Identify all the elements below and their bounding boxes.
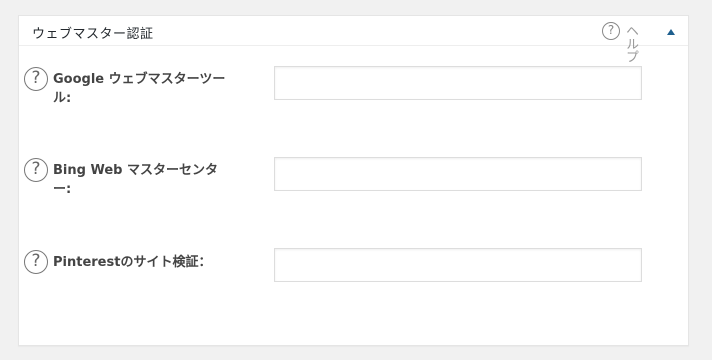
- pinterest-help-icon[interactable]: ?: [24, 250, 48, 274]
- google-webmaster-input[interactable]: [274, 66, 642, 100]
- pinterest-verification-input[interactable]: [274, 248, 642, 282]
- panel-title: ウェブマスター認証: [32, 27, 154, 42]
- panel-header[interactable]: ウェブマスター認証 ? ヘルプ: [19, 16, 688, 63]
- google-webmaster-label: Google ウェブマスターツール:: [53, 72, 226, 106]
- bing-help-icon[interactable]: ?: [24, 158, 48, 182]
- pinterest-verification-label: Pinterestのサイト検証：: [53, 255, 212, 270]
- help-question-icon: ?: [602, 22, 620, 40]
- google-help-icon[interactable]: ?: [24, 67, 48, 91]
- bing-webmaster-label: Bing Web マスターセンター:: [53, 163, 218, 197]
- collapse-toggle-icon[interactable]: [667, 29, 675, 35]
- webmaster-verification-panel: ウェブマスター認証 ? ヘルプ ? Google ウェブマスターツール: ? B…: [18, 15, 689, 346]
- help-label: ヘルプ: [623, 24, 638, 63]
- bing-webmaster-input[interactable]: [274, 157, 642, 191]
